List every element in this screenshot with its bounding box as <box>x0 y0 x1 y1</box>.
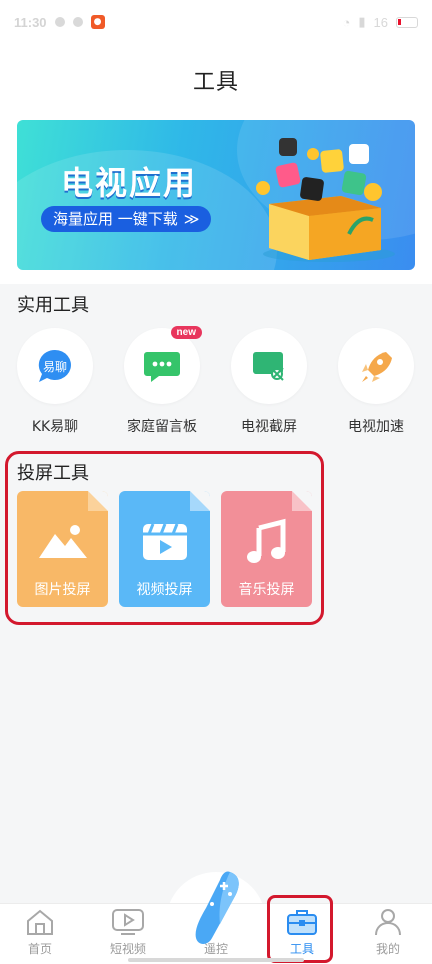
remote-control-icon[interactable] <box>190 868 246 948</box>
home-icon <box>27 909 53 935</box>
banner-title: 电视应用 <box>61 164 198 202</box>
status-bar: 11:30 ● ◔ ▮ 16 <box>0 0 432 44</box>
music-cast-card[interactable]: 音乐投屏 <box>221 491 312 607</box>
short-video-icon <box>112 909 144 935</box>
video-icon <box>142 523 187 560</box>
page-title: 工具 <box>192 70 239 95</box>
tv-screenshot-label: 电视截屏 <box>241 419 297 435</box>
family-message-board-tool[interactable]: new 家庭留言板 <box>117 326 207 436</box>
header: 工具 电视应用 海量应用 一键下载 ≫ <box>0 44 432 284</box>
nav-short-video-label: 短视频 <box>109 942 146 956</box>
nav-home[interactable]: 首页 <box>10 904 70 957</box>
image-cast-label: 图片投屏 <box>34 582 91 598</box>
profile-icon <box>375 909 401 936</box>
kk-chat-label: KK易聊 <box>31 419 79 435</box>
status-time: 11:30 <box>14 14 47 30</box>
banner-download-button[interactable]: 海量应用 一键下载 ≫ <box>41 206 212 232</box>
treasure-chest-icon <box>256 138 395 262</box>
nav-short-video[interactable]: 短视频 <box>98 904 158 957</box>
video-cast-label: 视频投屏 <box>136 582 193 598</box>
home-indicator <box>128 958 304 962</box>
nav-home-label: 首页 <box>27 942 52 956</box>
image-cast-card[interactable]: 图片投屏 <box>17 491 108 607</box>
kk-chat-tool[interactable]: 易聊 KK易聊 <box>10 328 100 436</box>
screenshot-icon <box>253 352 284 381</box>
wifi-icon: ◔ <box>342 14 351 30</box>
image-icon <box>38 525 87 558</box>
music-cast-label: 音乐投屏 <box>238 582 295 598</box>
tv-apps-banner[interactable]: 电视应用 海量应用 一键下载 ≫ <box>17 120 415 270</box>
family-message-board-label: 家庭留言板 <box>127 419 197 435</box>
banner-cta-label: 海量应用 一键下载 <box>53 210 178 228</box>
utility-section-title: 实用工具 <box>17 295 89 316</box>
nav-tools-highlight <box>267 895 333 963</box>
battery-level: 16 <box>373 14 388 30</box>
nav-profile-label: 我的 <box>375 942 400 956</box>
new-badge: new <box>170 326 202 339</box>
signal-icon: ▮ <box>358 14 366 29</box>
video-cast-card[interactable]: 视频投屏 <box>119 491 210 607</box>
tv-screenshot-tool[interactable]: 电视截屏 <box>224 328 314 436</box>
chat-icon-text: 易聊 <box>42 359 67 374</box>
app-notification-icon: ● <box>90 15 105 29</box>
music-note-icon <box>246 518 285 563</box>
tv-speedup-tool[interactable]: 电视加速 <box>331 328 421 436</box>
double-chevron-icon: ≫ <box>183 210 200 228</box>
battery-icon <box>396 16 418 28</box>
cast-section-title: 投屏工具 <box>17 463 89 484</box>
message-board-icon <box>144 352 180 382</box>
sync-icon <box>72 17 83 27</box>
rocket-icon <box>362 352 392 382</box>
tv-speedup-label: 电视加速 <box>348 419 404 435</box>
nav-profile[interactable]: 我的 <box>358 904 418 957</box>
notification-icon <box>54 17 65 27</box>
